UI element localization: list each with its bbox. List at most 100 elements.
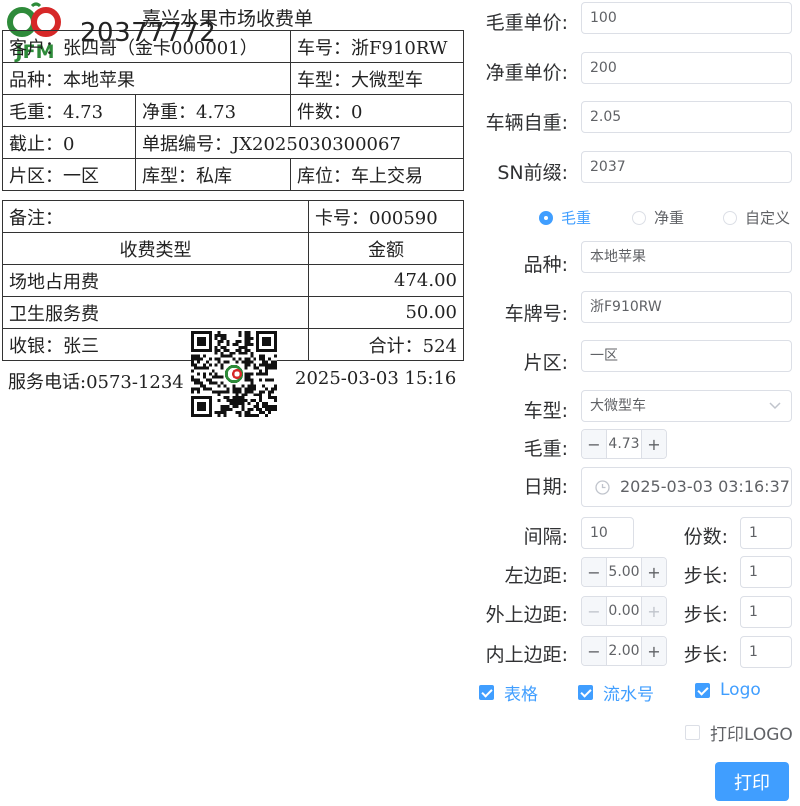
vehicle-type-label: 车型: bbox=[523, 400, 568, 422]
clock-icon bbox=[595, 480, 610, 495]
checkbox-box bbox=[578, 685, 593, 700]
service-phone: 服务电话:0573-1234 bbox=[8, 372, 184, 393]
location-cell: 库位：车上交易 bbox=[290, 158, 464, 191]
copies-input[interactable]: 1 bbox=[740, 517, 792, 549]
step-input[interactable]: 1 bbox=[740, 596, 792, 628]
total-cell: 合计：524 bbox=[308, 328, 464, 361]
checkbox-label: 流水号 bbox=[603, 685, 654, 705]
outer-top-margin-stepper[interactable]: − 0.00 + bbox=[581, 596, 667, 626]
variety-cell: 品种：本地苹果 bbox=[2, 62, 291, 95]
fee-name: 卫生服务费 bbox=[2, 296, 309, 329]
inner-top-margin-label: 内上边距: bbox=[485, 644, 568, 666]
checkbox-box bbox=[695, 682, 710, 698]
inner-top-margin-value[interactable]: 2.00 bbox=[607, 637, 641, 665]
fee-name: 场地占用费 bbox=[2, 264, 309, 297]
decrement-button[interactable]: − bbox=[582, 430, 607, 458]
net-price-input[interactable]: 200 bbox=[581, 52, 792, 84]
checkbox-label: 表格 bbox=[504, 685, 538, 705]
gross-weight-label: 毛重: bbox=[523, 438, 568, 460]
tare-weight-input[interactable]: 2.05 bbox=[581, 101, 792, 133]
inner-top-margin-stepper[interactable]: − 2.00 + bbox=[581, 636, 667, 666]
chevron-down-icon bbox=[769, 402, 781, 410]
net-price-label: 净重单价: bbox=[485, 62, 568, 84]
date-value: 2025-03-03 03:16:37 bbox=[620, 477, 790, 496]
radio-net[interactable]: 净重 bbox=[632, 207, 684, 228]
gross-weight-stepper[interactable]: − 4.73 + bbox=[581, 429, 667, 459]
qr-code bbox=[191, 331, 277, 417]
radio-dot bbox=[632, 210, 646, 225]
checkbox-print-logo[interactable]: 打印LOGO bbox=[685, 720, 793, 745]
radio-label: 自定义 bbox=[745, 209, 791, 227]
step-label: 步长: bbox=[683, 565, 728, 587]
radio-gross[interactable]: 毛重 bbox=[539, 207, 591, 228]
increment-button[interactable]: + bbox=[641, 637, 666, 665]
radio-custom[interactable]: 自定义 bbox=[723, 207, 790, 228]
vehicle-type-value: 大微型车 bbox=[590, 398, 646, 414]
receipt-info-table: 客户：张四哥（金卡000001） 车号：浙F910RW 品种：本地苹果 车型：大… bbox=[2, 30, 464, 191]
table-row: 场地占用费 474.00 bbox=[2, 264, 464, 297]
variety-label: 品种: bbox=[523, 254, 568, 276]
fee-amount: 474.00 bbox=[308, 264, 464, 297]
plate-label: 车牌号: bbox=[504, 303, 568, 325]
left-margin-stepper[interactable]: − 5.00 + bbox=[581, 557, 667, 587]
card-no-cell: 卡号：000590 bbox=[308, 200, 464, 233]
outer-top-margin-value[interactable]: 0.00 bbox=[607, 597, 641, 625]
left-margin-label: 左边距: bbox=[504, 565, 568, 587]
checkbox-box bbox=[479, 685, 494, 700]
tare-weight-label: 车辆自重: bbox=[485, 112, 568, 134]
left-margin-value[interactable]: 5.00 bbox=[607, 558, 641, 586]
plate-cell: 车号：浙F910RW bbox=[290, 30, 464, 63]
sn-prefix-label: SN前缀: bbox=[497, 162, 568, 184]
checkbox-label: Logo bbox=[720, 680, 761, 700]
serial-number: 20377772 bbox=[80, 18, 217, 48]
radio-label: 毛重 bbox=[561, 209, 592, 227]
warehouse-type-cell: 库型：私库 bbox=[135, 158, 291, 191]
decrement-button[interactable]: − bbox=[582, 558, 607, 586]
remark-cell: 备注： bbox=[2, 200, 309, 233]
table-row: 卫生服务费 50.00 bbox=[2, 296, 464, 329]
fee-amount: 50.00 bbox=[308, 296, 464, 329]
gross-cell: 毛重：4.73 bbox=[2, 94, 136, 127]
radio-label: 净重 bbox=[654, 209, 685, 227]
gross-price-input[interactable]: 100 bbox=[581, 2, 792, 34]
amount-header: 金额 bbox=[308, 232, 464, 265]
step-label: 步长: bbox=[683, 604, 728, 626]
increment-button[interactable]: + bbox=[641, 558, 666, 586]
interval-label: 间隔: bbox=[523, 526, 568, 548]
step-input[interactable]: 1 bbox=[740, 556, 792, 588]
interval-input[interactable]: 10 bbox=[581, 517, 634, 549]
vehicle-type-cell: 车型：大微型车 bbox=[290, 62, 464, 95]
settings-form: 毛重单价: 100 净重单价: 200 车辆自重: 2.05 SN前缀: 203… bbox=[470, 0, 800, 806]
pieces-cell: 件数：0 bbox=[290, 94, 464, 127]
checkbox-table[interactable]: 表格 bbox=[479, 680, 538, 705]
area-input[interactable]: 一区 bbox=[581, 340, 792, 372]
variety-input[interactable]: 本地苹果 bbox=[581, 241, 792, 273]
gross-weight-value[interactable]: 4.73 bbox=[607, 430, 641, 458]
sn-prefix-input[interactable]: 2037 bbox=[581, 151, 792, 183]
receipt: JFM 嘉兴水果市场收费单 客户：张四哥（金卡000001） 车号：浙F910R… bbox=[0, 0, 470, 420]
plate-input[interactable]: 浙F910RW bbox=[581, 291, 792, 323]
checkbox-box bbox=[685, 725, 700, 740]
step-input[interactable]: 1 bbox=[740, 636, 792, 668]
decrement-button[interactable]: − bbox=[582, 637, 607, 665]
receipt-datetime: 2025-03-03 15:16 bbox=[295, 368, 457, 389]
increment-button[interactable]: + bbox=[641, 597, 666, 625]
print-button[interactable]: 打印 bbox=[715, 762, 789, 801]
cutoff-cell: 截止：0 bbox=[2, 126, 136, 159]
outer-top-margin-label: 外上边距: bbox=[485, 604, 568, 626]
area-label: 片区: bbox=[523, 352, 568, 374]
checkbox-serial[interactable]: 流水号 bbox=[578, 680, 654, 705]
date-picker[interactable]: 2025-03-03 03:16:37 bbox=[581, 467, 792, 507]
vehicle-type-select[interactable]: 大微型车 bbox=[581, 390, 792, 422]
date-label: 日期: bbox=[523, 476, 568, 498]
radio-dot bbox=[539, 210, 553, 225]
area-cell: 片区：一区 bbox=[2, 158, 136, 191]
copies-label: 份数: bbox=[683, 526, 728, 548]
decrement-button[interactable]: − bbox=[582, 597, 607, 625]
checkbox-logo[interactable]: Logo bbox=[695, 680, 761, 700]
increment-button[interactable]: + bbox=[641, 430, 666, 458]
radio-dot bbox=[723, 210, 737, 225]
bill-no-cell: 单据编号：JX2025030300067 bbox=[135, 126, 464, 159]
step-label: 步长: bbox=[683, 644, 728, 666]
net-cell: 净重：4.73 bbox=[135, 94, 291, 127]
